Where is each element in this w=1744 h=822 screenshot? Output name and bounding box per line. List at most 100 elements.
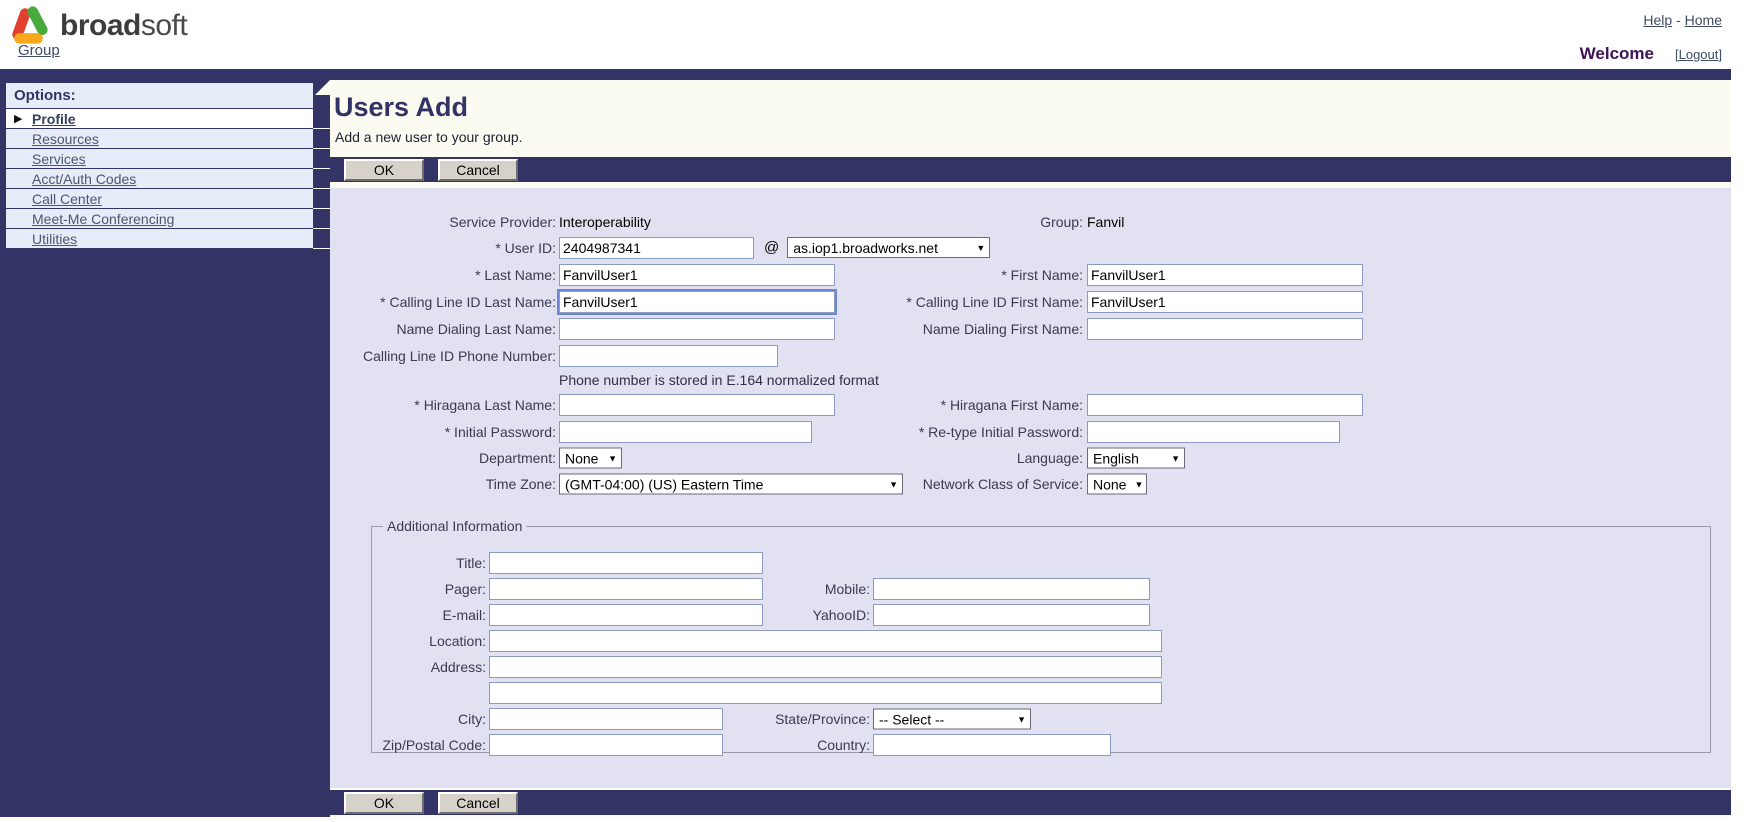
bottom-button-bar: OK Cancel	[330, 790, 1731, 815]
row-city-state: City: State/Province: -- Select -- ▼	[372, 706, 1710, 732]
hiragana-first-input[interactable]	[1087, 394, 1363, 416]
city-label: City:	[372, 711, 486, 727]
chevron-down-icon: ▼	[1134, 479, 1143, 489]
sidebar-item-call-center[interactable]: Call Center	[6, 189, 313, 209]
logout-link[interactable]: [Logout]	[1675, 47, 1722, 62]
country-label: Country:	[612, 737, 870, 753]
user-id-input[interactable]	[559, 237, 754, 259]
sidebar-item-services[interactable]: Services	[6, 149, 313, 169]
ok-button-top[interactable]: OK	[344, 159, 424, 181]
department-select[interactable]: None ▼	[559, 448, 622, 469]
sidebar-item-profile-link[interactable]: Profile	[32, 111, 76, 127]
service-provider-value: Interoperability	[559, 214, 651, 230]
hiragana-first-label: * Hiragana First Name:	[783, 397, 1083, 413]
active-arrow-icon: ▶	[14, 112, 22, 125]
first-name-input[interactable]	[1087, 264, 1363, 286]
logout: [Logout]	[1675, 47, 1722, 62]
location-input[interactable]	[489, 630, 1162, 652]
help-home-links: Help - Home	[1643, 12, 1722, 28]
title-input[interactable]	[489, 552, 763, 574]
row-timezone-ncos: Time Zone: (GMT-04:00) (US) Eastern Time…	[330, 471, 1731, 497]
time-zone-select-value: (GMT-04:00) (US) Eastern Time	[565, 476, 763, 492]
yahoo-id-input[interactable]	[873, 604, 1150, 626]
sidebar-item-utilities[interactable]: Utilities	[6, 229, 313, 249]
initial-password-input[interactable]	[559, 421, 812, 443]
address-label: Address:	[372, 659, 486, 675]
brand-text: broadsoft	[60, 9, 187, 43]
home-link[interactable]: Home	[1685, 12, 1722, 28]
breadcrumb: Group	[18, 42, 60, 59]
sidebar-item-services-link[interactable]: Services	[32, 151, 86, 167]
sidebar-item-meet-me-conferencing[interactable]: Meet-Me Conferencing	[6, 209, 313, 229]
sidebar-item-meet-me-conferencing-link[interactable]: Meet-Me Conferencing	[32, 211, 174, 227]
main-content: Users Add Add a new user to your group. …	[330, 80, 1731, 817]
row-name-dialing: Name Dialing Last Name: Name Dialing Fir…	[330, 315, 1731, 342]
location-label: Location:	[372, 633, 486, 649]
row-clid-names: * Calling Line ID Last Name: * Calling L…	[330, 288, 1731, 315]
name-dialing-first-label: Name Dialing First Name:	[783, 321, 1083, 337]
domain-select[interactable]: as.iop1.broadworks.net ▼	[787, 237, 990, 258]
pager-label: Pager:	[372, 581, 486, 597]
state-province-select[interactable]: -- Select -- ▼	[873, 709, 1031, 730]
broadsoft-logo-icon	[6, 4, 52, 46]
address-line2-input[interactable]	[489, 682, 1162, 704]
user-id-label: * User ID:	[330, 240, 556, 256]
sidebar-item-acct-auth-codes-link[interactable]: Acct/Auth Codes	[32, 171, 136, 187]
retype-password-label: * Re-type Initial Password:	[783, 424, 1083, 440]
clid-phone-input[interactable]	[559, 345, 778, 367]
help-link[interactable]: Help	[1643, 12, 1672, 28]
ok-button-bottom[interactable]: OK	[344, 792, 424, 814]
retype-password-input[interactable]	[1087, 421, 1340, 443]
clid-phone-label: Calling Line ID Phone Number:	[330, 348, 556, 364]
name-dialing-first-input[interactable]	[1087, 318, 1363, 340]
language-label: Language:	[783, 450, 1083, 466]
address-input[interactable]	[489, 656, 1162, 678]
clid-last-name-label: * Calling Line ID Last Name:	[330, 294, 556, 310]
ncos-select-value: None	[1093, 476, 1126, 492]
domain-select-value: as.iop1.broadworks.net	[793, 240, 938, 256]
clid-first-name-label: * Calling Line ID First Name:	[783, 294, 1083, 310]
page-title: Users Add	[334, 92, 1731, 123]
group-value: Fanvil	[1087, 214, 1124, 230]
cancel-button-bottom[interactable]: Cancel	[438, 792, 518, 814]
sidebar-item-call-center-link[interactable]: Call Center	[32, 191, 102, 207]
row-passwords: * Initial Password: * Re-type Initial Pa…	[330, 418, 1731, 445]
sidebar-item-resources[interactable]: Resources	[6, 129, 313, 149]
service-provider-label: Service Provider:	[330, 214, 556, 230]
language-select[interactable]: English ▼	[1087, 448, 1185, 469]
at-symbol: @	[764, 239, 779, 256]
sidebar-item-acct-auth-codes[interactable]: Acct/Auth Codes	[6, 169, 313, 189]
first-name-label: * First Name:	[783, 267, 1083, 283]
department-select-value: None	[565, 450, 598, 466]
group-link[interactable]: Group	[18, 42, 60, 59]
row-pager-mobile: Pager: Mobile:	[372, 576, 1710, 602]
language-select-value: English	[1093, 450, 1139, 466]
options-panel: Options: ▶ Profile Resources Services Ac…	[6, 83, 313, 251]
yahoo-id-label: YahooID:	[612, 607, 870, 623]
chevron-down-icon: ▼	[608, 453, 617, 463]
row-user-id: * User ID: @ as.iop1.broadworks.net ▼	[330, 234, 1731, 261]
last-name-label: * Last Name:	[330, 267, 556, 283]
options-title: Options:	[6, 83, 313, 109]
link-separator: -	[1672, 12, 1684, 28]
sidebar-item-utilities-link[interactable]: Utilities	[32, 231, 77, 247]
mobile-input[interactable]	[873, 578, 1150, 600]
page-description: Add a new user to your group.	[335, 129, 1731, 145]
row-hiragana: * Hiragana Last Name: * Hiragana First N…	[330, 391, 1731, 418]
hiragana-last-label: * Hiragana Last Name:	[330, 397, 556, 413]
header-divider-bar	[0, 69, 1731, 80]
top-button-bar: OK Cancel	[330, 157, 1731, 182]
sidebar-item-profile[interactable]: ▶ Profile	[6, 109, 313, 129]
country-input[interactable]	[873, 734, 1111, 756]
left-sidebar: Options: ▶ Profile Resources Services Ac…	[0, 80, 330, 817]
row-email-yahoo: E-mail: YahooID:	[372, 602, 1710, 628]
cancel-button-top[interactable]: Cancel	[438, 159, 518, 181]
department-label: Department:	[330, 450, 556, 466]
row-department-language: Department: None ▼ Language: English ▼	[330, 445, 1731, 471]
chevron-down-icon: ▼	[1017, 714, 1026, 724]
chevron-down-icon: ▼	[1171, 453, 1180, 463]
clid-first-name-input[interactable]	[1087, 291, 1363, 313]
additional-information-legend: Additional Information	[383, 518, 526, 534]
network-class-of-service-select[interactable]: None ▼	[1087, 474, 1147, 495]
sidebar-item-resources-link[interactable]: Resources	[32, 131, 99, 147]
